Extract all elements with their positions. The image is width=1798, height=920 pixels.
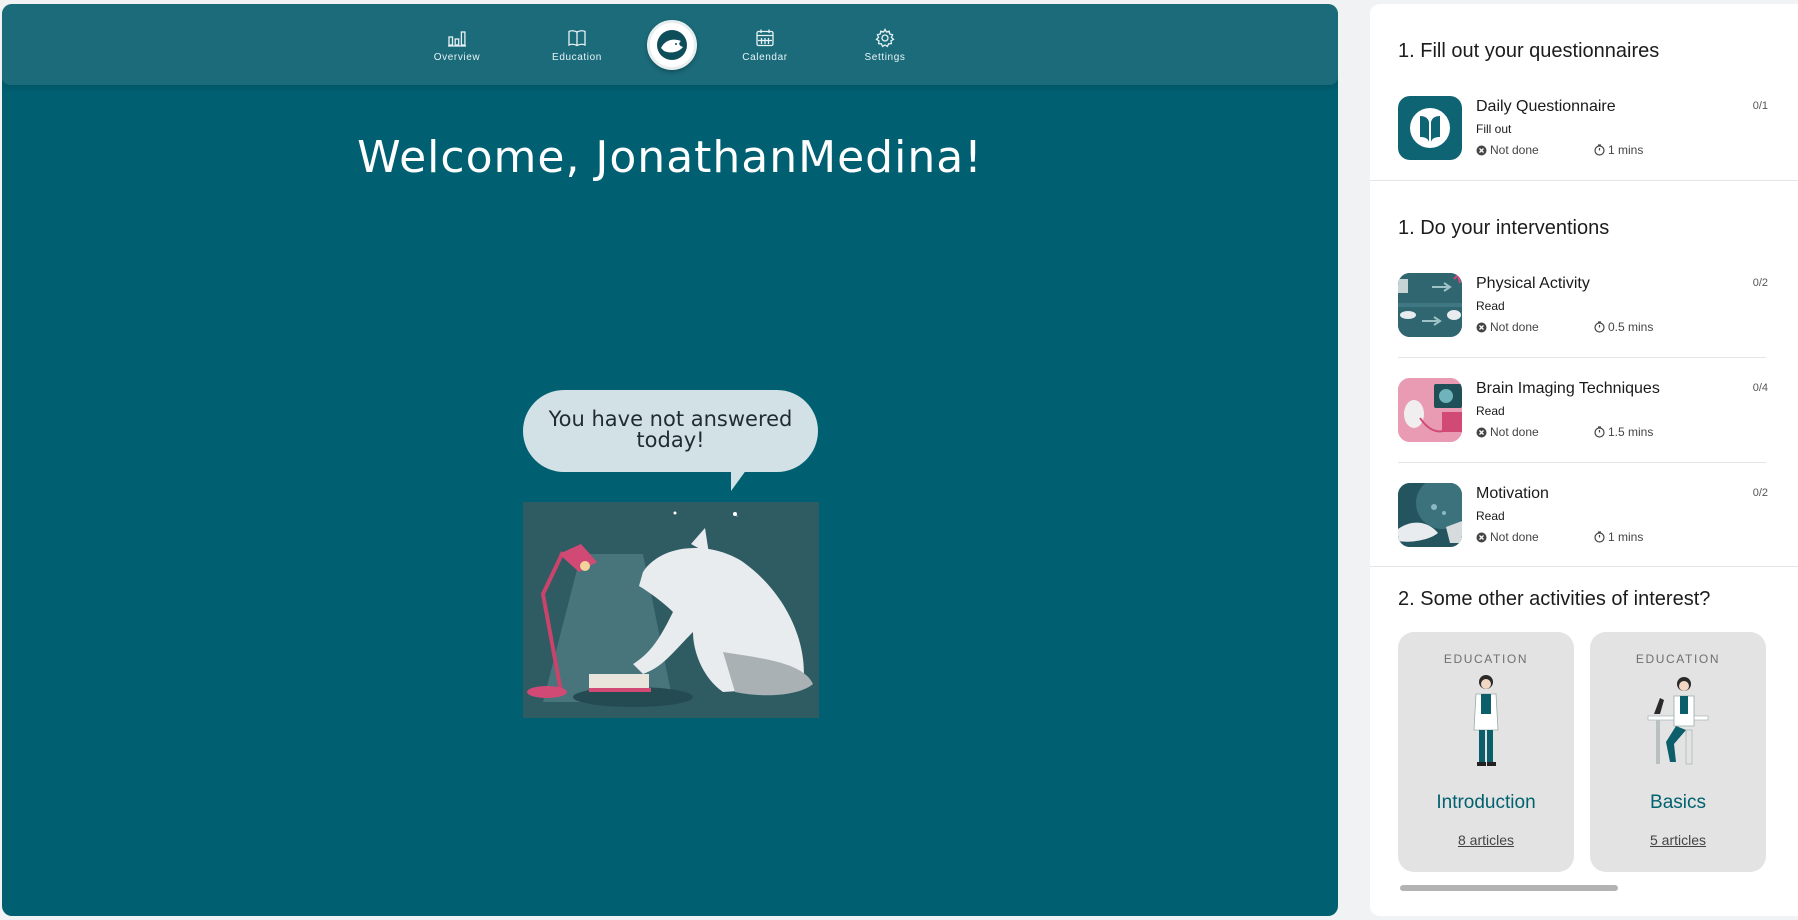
book-icon: [568, 30, 586, 47]
bubble-text: You have not answered today!: [548, 407, 793, 452]
task-progress-count: 0/2: [1752, 487, 1768, 499]
motivation-thumbnail: [1398, 483, 1462, 547]
task-duration-text: 1.5 mins: [1608, 425, 1654, 439]
task-duration-text: 1 mins: [1608, 143, 1644, 157]
task-motivation[interactable]: Motivation 0/2 Read Not done 1 mins: [1398, 483, 1768, 549]
task-status-text: Not done: [1490, 320, 1539, 334]
task-action: Read: [1476, 404, 1505, 418]
physical-activity-thumbnail: [1398, 273, 1462, 337]
section-divider: [1370, 180, 1798, 181]
task-status: Not done: [1476, 143, 1539, 157]
nav-calendar-label: Calendar: [742, 52, 788, 63]
speech-bubble: You have not answered today!: [523, 390, 818, 472]
task-duration-text: 1 mins: [1608, 530, 1644, 544]
timer-icon: [1594, 321, 1605, 333]
scientist-microscope-icon: [1647, 677, 1709, 765]
gear-icon: [875, 28, 895, 48]
task-status: Not done: [1476, 320, 1539, 334]
timer-icon: [1594, 426, 1605, 438]
card-title: Basics: [1650, 792, 1706, 813]
education-card-basics[interactable]: EDUCATION Basics 5 articles: [1590, 632, 1766, 872]
task-daily-questionnaire[interactable]: Daily Questionnaire 0/1 Fill out Not don…: [1398, 96, 1768, 162]
questionnaire-thumbnail: [1398, 96, 1462, 160]
calendar-icon: [756, 29, 774, 47]
nav-settings-label: Settings: [864, 52, 906, 63]
item-divider: [1398, 357, 1766, 358]
card-title: Introduction: [1436, 792, 1536, 813]
task-status: Not done: [1476, 530, 1539, 544]
task-duration: 1 mins: [1594, 143, 1643, 157]
card-category: EDUCATION: [1635, 652, 1721, 666]
welcome-heading: Welcome, JonathanMedina!: [357, 132, 983, 183]
horizontal-scrollbar[interactable]: [1400, 885, 1618, 891]
task-title: Physical Activity: [1476, 275, 1590, 292]
task-duration: 1.5 mins: [1594, 425, 1653, 439]
section-divider: [1370, 566, 1798, 567]
not-done-icon: [1476, 427, 1487, 438]
not-done-icon: [1476, 532, 1487, 543]
nav-education[interactable]: Education: [532, 28, 622, 63]
task-status-text: Not done: [1490, 143, 1539, 157]
section-interventions-title: 1. Do your interventions: [1398, 217, 1610, 239]
item-divider: [1398, 462, 1766, 463]
section-questionnaires-title: 1. Fill out your questionnaires: [1398, 40, 1660, 62]
nav-overview-label: Overview: [433, 52, 481, 63]
task-title: Brain Imaging Techniques: [1476, 380, 1660, 397]
task-progress-count: 0/4: [1752, 382, 1768, 394]
wolf-logo-icon: [657, 30, 687, 60]
task-duration: 1 mins: [1594, 530, 1643, 544]
task-status: Not done: [1476, 425, 1539, 439]
nav-education-label: Education: [552, 52, 602, 63]
task-progress-count: 0/2: [1752, 277, 1768, 289]
task-action: Read: [1476, 509, 1505, 523]
education-card-introduction[interactable]: EDUCATION Introduction 8 articles: [1398, 632, 1574, 872]
task-title: Daily Questionnaire: [1476, 98, 1616, 115]
task-duration-text: 0.5 mins: [1608, 320, 1654, 334]
task-title: Motivation: [1476, 485, 1549, 502]
nav-calendar[interactable]: Calendar: [720, 28, 810, 63]
nav-settings[interactable]: Settings: [840, 28, 930, 63]
tasks-panel: 1. Fill out your questionnaires Daily Qu…: [1370, 4, 1798, 916]
task-status-text: Not done: [1490, 530, 1539, 544]
brain-imaging-thumbnail: [1398, 378, 1462, 442]
timer-icon: [1594, 531, 1605, 543]
top-navigation: Overview Education Calendar Settings: [2, 4, 1338, 85]
card-category: EDUCATION: [1443, 652, 1529, 666]
nav-overview[interactable]: Overview: [412, 28, 502, 63]
section-other-title: 2. Some other activities of interest?: [1398, 588, 1711, 610]
timer-icon: [1594, 144, 1605, 156]
task-physical-activity[interactable]: Physical Activity 0/2 Read Not done 0.5 …: [1398, 273, 1768, 339]
task-action: Read: [1476, 299, 1505, 313]
task-duration: 0.5 mins: [1594, 320, 1653, 334]
bar-chart-icon: [448, 31, 466, 47]
task-progress-count: 0/1: [1752, 100, 1768, 112]
doctor-figure-icon: [1473, 675, 1499, 766]
card-articles-link[interactable]: 8 articles: [1398, 832, 1574, 848]
task-action: Fill out: [1476, 122, 1512, 136]
not-done-icon: [1476, 322, 1487, 333]
task-status-text: Not done: [1490, 425, 1539, 439]
speech-bubble-tail: [731, 469, 747, 491]
task-brain-imaging[interactable]: Brain Imaging Techniques 0/4 Read Not do…: [1398, 378, 1768, 444]
main-area: Overview Education Calendar Settings Wel…: [2, 4, 1338, 916]
card-articles-link[interactable]: 5 articles: [1590, 832, 1766, 848]
wolf-reading-illustration: [523, 502, 819, 718]
home-logo[interactable]: [647, 20, 697, 70]
not-done-icon: [1476, 145, 1487, 156]
